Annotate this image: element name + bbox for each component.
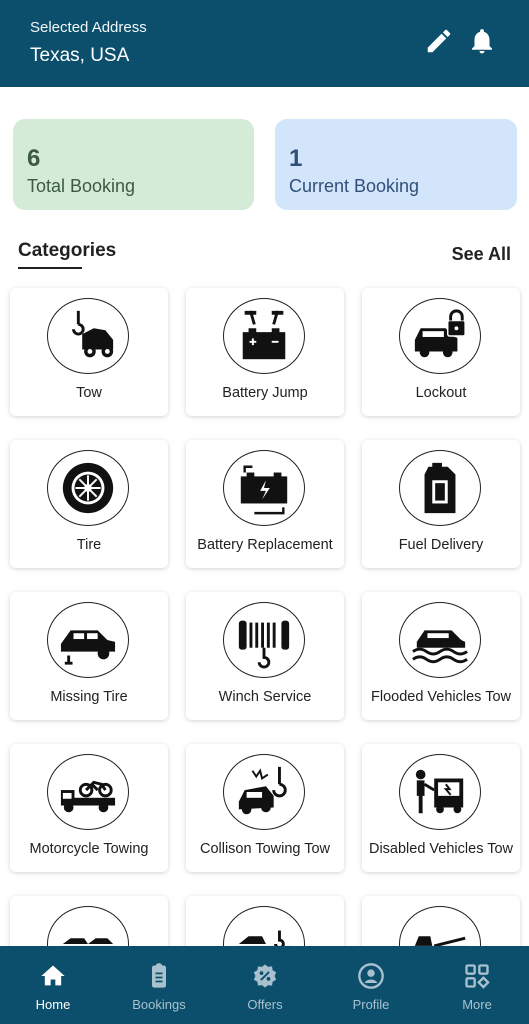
battery-icon [223,450,305,526]
category-card-flooded-vehicles-tow[interactable]: Flooded Vehicles Tow [362,592,520,720]
winch-icon [223,602,305,678]
category-card-motorcycle-towing[interactable]: Motorcycle Towing [10,744,168,872]
discount-badge-icon [253,964,277,988]
category-card-car-carrier[interactable] [10,896,168,946]
car-lock-icon [399,298,481,374]
nav-item-profile[interactable]: Profile [318,946,424,1024]
collision-tow-icon [223,754,305,830]
nav-item-offers[interactable]: Offers [212,946,318,1024]
category-label: Tow [76,385,102,401]
flatbed-icon [399,906,481,946]
tow-truck-icon [47,298,129,374]
wrecker-icon [223,906,305,946]
nav-label: Profile [352,997,390,1012]
flooded-car-icon [399,602,481,678]
category-label: Winch Service [218,689,312,705]
category-label: Fuel Delivery [398,537,484,553]
home-icon [41,965,65,986]
fuel-can-icon [399,450,481,526]
category-label: Battery Jump [222,385,308,401]
category-label: Tire [76,537,102,553]
category-card-fuel-delivery[interactable]: Fuel Delivery [362,440,520,568]
motorcycle-tow-icon [47,754,129,830]
category-card-disabled-vehicles-tow[interactable]: Disabled Vehicles Tow [362,744,520,872]
disabled-vehicle-icon [399,754,481,830]
nav-label: More [462,997,492,1012]
nav-item-home[interactable]: Home [0,946,106,1024]
category-label: Lockout [415,385,467,401]
nav-label: Offers [247,997,283,1012]
category-label: Battery Replacement [197,537,333,553]
category-label: Missing Tire [50,689,128,705]
category-card-battery-jump[interactable]: Battery Jump [186,288,344,416]
grid-icon [465,964,490,989]
category-card-missing-tire[interactable]: Missing Tire [10,592,168,720]
category-label: Motorcycle Towing [29,841,149,857]
category-card-wrecker[interactable] [186,896,344,946]
nav-item-more[interactable]: More [424,946,529,1024]
battery-jump-icon [223,298,305,374]
category-label: Disabled Vehicles Tow [368,841,513,857]
nav-label: Bookings [132,997,186,1012]
category-card-winch-service[interactable]: Winch Service [186,592,344,720]
nav-item-bookings[interactable]: Bookings [106,946,212,1024]
category-card-lockout[interactable]: Lockout [362,288,520,416]
car-carrier-icon [47,906,129,946]
nav-label: Home [35,997,71,1012]
category-card-battery-replacement[interactable]: Battery Replacement [186,440,344,568]
category-card-tow[interactable]: Tow [10,288,168,416]
user-icon [358,963,384,989]
category-card-tire[interactable]: Tire [10,440,168,568]
category-card-flatbed[interactable] [362,896,520,946]
clipboard-icon [152,963,166,988]
category-label: Collison Towing Tow [199,841,331,857]
bottom-navigation: Home Bookings Offers Profile More [0,946,529,1024]
car-missing-tire-icon [47,602,129,678]
tire-icon [47,450,129,526]
category-card-collision-towing[interactable]: Collison Towing Tow [186,744,344,872]
category-grid: Tow Battery Jump Lockout Tire Battery Re… [0,0,529,946]
category-label: Flooded Vehicles Tow [371,689,511,705]
